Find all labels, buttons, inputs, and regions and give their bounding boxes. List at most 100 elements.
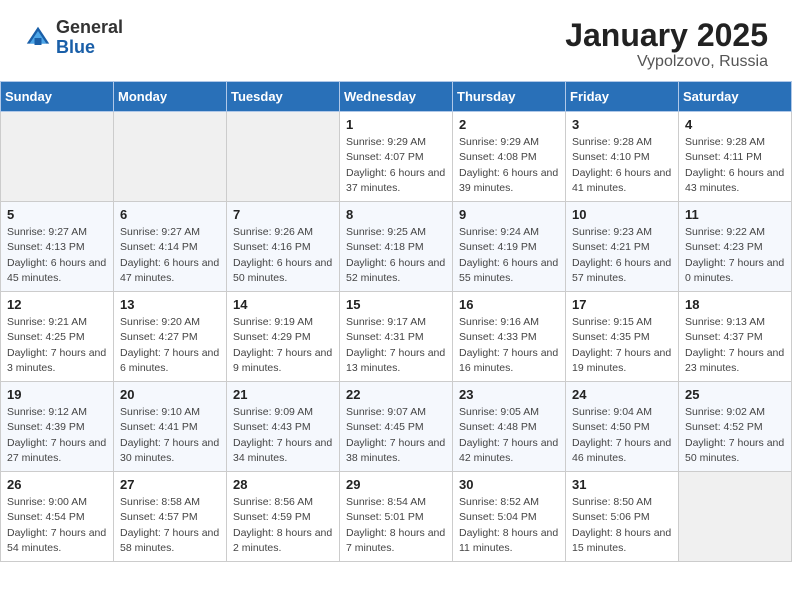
header-row: SundayMondayTuesdayWednesdayThursdayFrid… (1, 82, 792, 112)
day-number: 14 (233, 297, 333, 312)
calendar-week-4: 19 Sunrise: 9:12 AM Sunset: 4:39 PM Dayli… (1, 382, 792, 472)
logo-general-text: General (56, 18, 123, 38)
day-number: 26 (7, 477, 107, 492)
logo-text: General Blue (56, 18, 123, 58)
calendar-cell: 5 Sunrise: 9:27 AM Sunset: 4:13 PM Daylig… (1, 202, 114, 292)
day-number: 16 (459, 297, 559, 312)
calendar-table: SundayMondayTuesdayWednesdayThursdayFrid… (0, 81, 792, 562)
calendar-cell: 28Sunrise: 8:56 AM Sunset: 4:59 PM Dayli… (227, 472, 340, 562)
day-info: Sunrise: 8:56 AM Sunset: 4:59 PM Dayligh… (233, 495, 333, 556)
calendar-cell (227, 112, 340, 202)
logo: General Blue (24, 18, 123, 58)
calendar-cell: 3 Sunrise: 9:28 AM Sunset: 4:10 PM Daylig… (566, 112, 679, 202)
month-title: January 2025 (565, 18, 768, 53)
day-of-week-saturday: Saturday (679, 82, 792, 112)
day-info: Sunrise: 9:26 AM Sunset: 4:16 PM Dayligh… (233, 225, 333, 286)
day-info: Sunrise: 9:07 AM Sunset: 4:45 PM Dayligh… (346, 405, 446, 466)
day-info: Sunrise: 9:22 AM Sunset: 4:23 PM Dayligh… (685, 225, 785, 286)
day-number: 12 (7, 297, 107, 312)
day-of-week-wednesday: Wednesday (340, 82, 453, 112)
calendar-cell: 31 Sunrise: 8:50 AM Sunset: 5:06 PM Dayli… (566, 472, 679, 562)
calendar-cell: 25Sunrise: 9:02 AM Sunset: 4:52 PM Dayli… (679, 382, 792, 472)
calendar-header: SundayMondayTuesdayWednesdayThursdayFrid… (1, 82, 792, 112)
calendar-cell: 19 Sunrise: 9:12 AM Sunset: 4:39 PM Dayli… (1, 382, 114, 472)
day-number: 19 (7, 387, 107, 402)
day-info: Sunrise: 9:13 AM Sunset: 4:37 PM Dayligh… (685, 315, 785, 376)
calendar-cell: 1Sunrise: 9:29 AM Sunset: 4:07 PM Daylig… (340, 112, 453, 202)
calendar-cell: 26 Sunrise: 9:00 AM Sunset: 4:54 PM Dayli… (1, 472, 114, 562)
calendar-cell: 23 Sunrise: 9:05 AM Sunset: 4:48 PM Dayli… (453, 382, 566, 472)
day-info: Sunrise: 8:50 AM Sunset: 5:06 PM Dayligh… (572, 495, 672, 556)
day-info: Sunrise: 9:25 AM Sunset: 4:18 PM Dayligh… (346, 225, 446, 286)
day-number: 8 (346, 207, 446, 222)
day-info: Sunrise: 8:52 AM Sunset: 5:04 PM Dayligh… (459, 495, 559, 556)
calendar-cell (114, 112, 227, 202)
day-info: Sunrise: 8:54 AM Sunset: 5:01 PM Dayligh… (346, 495, 446, 556)
day-of-week-monday: Monday (114, 82, 227, 112)
calendar-cell: 2 Sunrise: 9:29 AM Sunset: 4:08 PM Daylig… (453, 112, 566, 202)
logo-icon (24, 24, 52, 52)
day-number: 24 (572, 387, 672, 402)
calendar-cell: 30 Sunrise: 8:52 AM Sunset: 5:04 PM Dayli… (453, 472, 566, 562)
day-number: 9 (459, 207, 559, 222)
day-number: 5 (7, 207, 107, 222)
day-number: 20 (120, 387, 220, 402)
day-number: 18 (685, 297, 785, 312)
day-info: Sunrise: 9:19 AM Sunset: 4:29 PM Dayligh… (233, 315, 333, 376)
day-of-week-friday: Friday (566, 82, 679, 112)
calendar-cell (1, 112, 114, 202)
day-info: Sunrise: 9:23 AM Sunset: 4:21 PM Dayligh… (572, 225, 672, 286)
day-info: Sunrise: 9:12 AM Sunset: 4:39 PM Dayligh… (7, 405, 107, 466)
day-number: 6 (120, 207, 220, 222)
day-number: 2 (459, 117, 559, 132)
day-number: 3 (572, 117, 672, 132)
day-number: 27 (120, 477, 220, 492)
day-number: 15 (346, 297, 446, 312)
day-info: Sunrise: 9:17 AM Sunset: 4:31 PM Dayligh… (346, 315, 446, 376)
day-info: Sunrise: 9:04 AM Sunset: 4:50 PM Dayligh… (572, 405, 672, 466)
day-number: 25 (685, 387, 785, 402)
day-number: 30 (459, 477, 559, 492)
calendar-cell: 13Sunrise: 9:20 AM Sunset: 4:27 PM Dayli… (114, 292, 227, 382)
page-header: General Blue January 2025 Vypolzovo, Rus… (0, 0, 792, 81)
calendar-cell: 7Sunrise: 9:26 AM Sunset: 4:16 PM Daylig… (227, 202, 340, 292)
day-info: Sunrise: 9:28 AM Sunset: 4:11 PM Dayligh… (685, 135, 785, 196)
day-number: 11 (685, 207, 785, 222)
day-of-week-sunday: Sunday (1, 82, 114, 112)
calendar-cell (679, 472, 792, 562)
day-number: 22 (346, 387, 446, 402)
calendar-cell: 29 Sunrise: 8:54 AM Sunset: 5:01 PM Dayli… (340, 472, 453, 562)
logo-blue-text: Blue (56, 38, 123, 58)
day-number: 29 (346, 477, 446, 492)
day-info: Sunrise: 9:27 AM Sunset: 4:14 PM Dayligh… (120, 225, 220, 286)
calendar-cell: 24 Sunrise: 9:04 AM Sunset: 4:50 PM Dayli… (566, 382, 679, 472)
calendar-week-5: 26 Sunrise: 9:00 AM Sunset: 4:54 PM Dayli… (1, 472, 792, 562)
day-info: Sunrise: 9:27 AM Sunset: 4:13 PM Dayligh… (7, 225, 107, 286)
day-number: 4 (685, 117, 785, 132)
calendar-week-1: 1Sunrise: 9:29 AM Sunset: 4:07 PM Daylig… (1, 112, 792, 202)
day-number: 1 (346, 117, 446, 132)
calendar-cell: 6 Sunrise: 9:27 AM Sunset: 4:14 PM Daylig… (114, 202, 227, 292)
calendar-cell: 27Sunrise: 8:58 AM Sunset: 4:57 PM Dayli… (114, 472, 227, 562)
day-info: Sunrise: 9:20 AM Sunset: 4:27 PM Dayligh… (120, 315, 220, 376)
location: Vypolzovo, Russia (565, 53, 768, 71)
calendar-cell: 11 Sunrise: 9:22 AM Sunset: 4:23 PM Dayli… (679, 202, 792, 292)
day-number: 31 (572, 477, 672, 492)
day-info: Sunrise: 9:05 AM Sunset: 4:48 PM Dayligh… (459, 405, 559, 466)
calendar-cell: 20Sunrise: 9:10 AM Sunset: 4:41 PM Dayli… (114, 382, 227, 472)
calendar-cell: 10 Sunrise: 9:23 AM Sunset: 4:21 PM Dayli… (566, 202, 679, 292)
day-info: Sunrise: 9:21 AM Sunset: 4:25 PM Dayligh… (7, 315, 107, 376)
day-of-week-tuesday: Tuesday (227, 82, 340, 112)
day-info: Sunrise: 9:28 AM Sunset: 4:10 PM Dayligh… (572, 135, 672, 196)
day-number: 10 (572, 207, 672, 222)
day-of-week-thursday: Thursday (453, 82, 566, 112)
day-info: Sunrise: 9:29 AM Sunset: 4:08 PM Dayligh… (459, 135, 559, 196)
calendar-cell: 14 Sunrise: 9:19 AM Sunset: 4:29 PM Dayli… (227, 292, 340, 382)
day-info: Sunrise: 9:15 AM Sunset: 4:35 PM Dayligh… (572, 315, 672, 376)
day-info: Sunrise: 9:00 AM Sunset: 4:54 PM Dayligh… (7, 495, 107, 556)
day-info: Sunrise: 9:16 AM Sunset: 4:33 PM Dayligh… (459, 315, 559, 376)
calendar-cell: 21Sunrise: 9:09 AM Sunset: 4:43 PM Dayli… (227, 382, 340, 472)
day-number: 23 (459, 387, 559, 402)
calendar-cell: 4 Sunrise: 9:28 AM Sunset: 4:11 PM Daylig… (679, 112, 792, 202)
calendar-cell: 8 Sunrise: 9:25 AM Sunset: 4:18 PM Daylig… (340, 202, 453, 292)
